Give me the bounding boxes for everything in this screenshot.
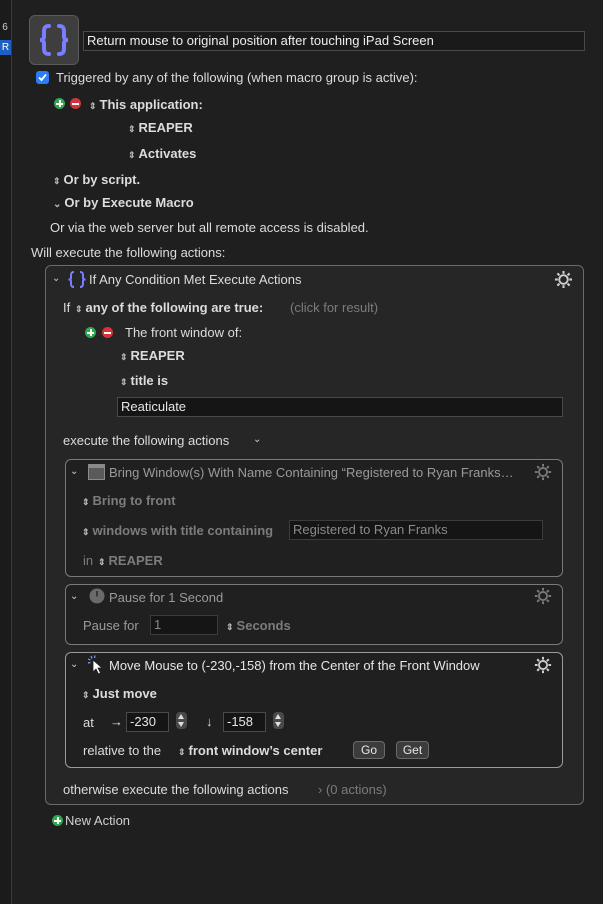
if-label: If xyxy=(63,300,71,315)
remove-condition-button[interactable] xyxy=(102,327,113,338)
collapse-chevron-icon[interactable]: ⌄ xyxy=(70,466,78,477)
new-action-button[interactable]: New Action xyxy=(65,813,130,828)
macro-list-strip[interactable] xyxy=(0,0,12,904)
clock-icon xyxy=(89,588,105,604)
pause-value-field[interactable]: 1 xyxy=(150,615,218,635)
add-condition-button[interactable] xyxy=(85,327,96,338)
otherwise-label: otherwise execute the following actions xyxy=(63,782,289,797)
pause-label: Pause for xyxy=(83,618,139,633)
trigger-header: Triggered by any of the following (when … xyxy=(56,70,418,85)
trigger-event-popup[interactable]: ⇕ Activates xyxy=(128,146,196,161)
updown-icon: ⇕ xyxy=(120,377,128,387)
updown-icon: ⇕ xyxy=(98,557,106,567)
updown-icon: ⇕ xyxy=(120,352,128,362)
at-label: at xyxy=(83,715,94,730)
bring-filter-value-field[interactable]: Registered to Ryan Franks xyxy=(289,520,543,540)
updown-icon: ⇕ xyxy=(178,747,186,757)
execute-label: execute the following actions xyxy=(63,433,230,448)
bring-filter-popup[interactable]: ⇕ windows with title containing xyxy=(82,523,273,538)
remove-trigger-button[interactable] xyxy=(70,98,81,109)
condition-title: The front window of: xyxy=(125,325,243,340)
condition-property-popup[interactable]: ⇕ title is xyxy=(120,373,168,388)
collapse-chevron-icon[interactable]: ⌄ xyxy=(70,659,78,670)
trigger-checkbox[interactable] xyxy=(36,71,49,84)
add-trigger-button[interactable] xyxy=(54,98,65,109)
chevron-right-icon: › xyxy=(318,782,323,797)
gear-icon[interactable] xyxy=(534,463,552,481)
collapse-chevron-icon[interactable]: ⌄ xyxy=(70,591,78,602)
move-mode-popup[interactable]: ⇕ Just move xyxy=(82,686,157,701)
strip-selected-item[interactable]: R xyxy=(0,40,11,55)
if-action-title: If Any Condition Met Execute Actions xyxy=(89,272,302,287)
trigger-type-popup[interactable]: ⇕ This application: xyxy=(89,97,203,112)
gear-icon[interactable] xyxy=(534,656,552,674)
updown-icon: ⇕ xyxy=(75,304,83,314)
trigger-app-popup[interactable]: ⇕ REAPER xyxy=(128,120,193,135)
window-icon xyxy=(88,464,105,480)
trigger-by-script[interactable]: ⇕ Or by script. xyxy=(53,172,140,187)
pause-title: Pause for 1 Second xyxy=(109,590,224,605)
gear-icon[interactable] xyxy=(534,587,552,605)
updown-icon: ⇕ xyxy=(82,690,90,700)
chevron-down-icon: ⌄ xyxy=(53,199,62,210)
strip-number: 6 xyxy=(2,22,8,33)
trigger-by-execute-macro[interactable]: ⌄ Or by Execute Macro xyxy=(53,195,194,210)
curly-braces-icon xyxy=(68,271,86,288)
click-for-result[interactable]: (click for result) xyxy=(290,300,378,315)
updown-icon: ⇕ xyxy=(89,101,97,111)
updown-icon: ⇕ xyxy=(53,176,61,186)
x-arrow-icon: → xyxy=(110,714,123,729)
macro-icon[interactable] xyxy=(29,15,79,65)
y-value-field[interactable]: -158 xyxy=(223,712,266,732)
updown-icon: ⇕ xyxy=(128,124,136,134)
go-button[interactable]: Go xyxy=(353,741,385,759)
updown-icon: ⇕ xyxy=(82,497,90,507)
bring-app-popup[interactable]: ⇕ REAPER xyxy=(98,553,163,568)
y-stepper[interactable] xyxy=(273,712,284,729)
move-mouse-title: Move Mouse to (-230,-158) from the Cente… xyxy=(109,658,480,673)
curly-braces-icon xyxy=(39,24,69,56)
x-value-field[interactable]: -230 xyxy=(126,712,169,732)
x-stepper[interactable] xyxy=(176,712,187,729)
otherwise-toggle[interactable]: › (0 actions) xyxy=(318,782,387,797)
bring-window-title: Bring Window(s) With Name Containing “Re… xyxy=(109,465,514,480)
relative-popup[interactable]: ⇕ front window’s center xyxy=(178,743,322,758)
web-server-note: Or via the web server but all remote acc… xyxy=(50,220,369,235)
new-action-plus-icon xyxy=(52,815,63,826)
cursor-icon xyxy=(87,655,104,675)
will-execute-label: Will execute the following actions: xyxy=(31,245,226,260)
updown-icon: ⇕ xyxy=(128,150,136,160)
y-arrow-icon: ↓ xyxy=(206,714,213,729)
collapse-chevron-icon[interactable]: ⌄ xyxy=(52,273,60,284)
bring-in-label: in xyxy=(83,553,94,568)
updown-icon: ⇕ xyxy=(82,527,90,537)
condition-app-popup[interactable]: ⇕ REAPER xyxy=(120,348,185,363)
get-button[interactable]: Get xyxy=(396,741,429,759)
relative-label: relative to the xyxy=(83,743,162,758)
macro-name-field[interactable]: Return mouse to original position after … xyxy=(83,31,585,51)
checkmark-icon xyxy=(38,73,47,82)
updown-icon: ⇕ xyxy=(226,622,234,632)
condition-mode-popup[interactable]: ⇕ any of the following are true: xyxy=(75,300,263,315)
gear-icon[interactable] xyxy=(554,270,573,289)
condition-value-field[interactable]: Reaticulate xyxy=(117,397,563,417)
pause-unit-popup[interactable]: ⇕ Seconds xyxy=(226,618,291,633)
chevron-down-icon[interactable]: ⌄ xyxy=(253,434,261,445)
bring-mode-popup[interactable]: ⇕ Bring to front xyxy=(82,493,176,508)
